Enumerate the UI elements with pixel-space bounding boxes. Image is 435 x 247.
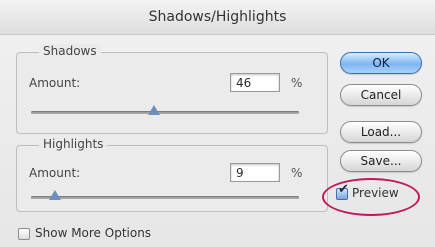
highlights-amount-slider-track[interactable]	[31, 196, 299, 199]
shadows-amount-unit: %	[291, 76, 303, 90]
preview-checkbox[interactable]: ✔	[336, 183, 349, 200]
show-more-options-label[interactable]: Show More Options	[35, 226, 151, 240]
cancel-button[interactable]: Cancel	[340, 84, 422, 106]
shadows-highlights-dialog: Shadows/Highlights Shadows Amount: 46 % …	[0, 0, 435, 247]
ok-button[interactable]: OK	[340, 52, 422, 74]
load-button[interactable]: Load...	[340, 121, 422, 143]
dialog-title: Shadows/Highlights	[0, 0, 435, 35]
shadows-amount-slider-track[interactable]	[31, 111, 299, 114]
shadows-amount-label: Amount:	[29, 76, 81, 90]
highlights-amount-label: Amount:	[29, 166, 81, 180]
save-button[interactable]: Save...	[340, 150, 422, 172]
checkmark-icon: ✔	[338, 182, 349, 197]
show-more-options-checkbox[interactable]	[18, 228, 30, 240]
highlights-amount-unit: %	[291, 166, 303, 180]
shadows-group-title: Shadows	[39, 44, 101, 58]
highlights-amount-slider-thumb[interactable]	[49, 190, 62, 200]
shadows-amount-slider-thumb[interactable]	[148, 105, 161, 115]
highlights-group: Highlights Amount: 9 %	[16, 137, 328, 212]
preview-label[interactable]: Preview	[352, 186, 399, 200]
highlights-amount-input[interactable]: 9	[230, 163, 280, 182]
shadows-group: Shadows Amount: 46 %	[16, 44, 328, 134]
shadows-amount-input[interactable]: 46	[230, 73, 280, 92]
highlights-group-title: Highlights	[39, 137, 108, 151]
